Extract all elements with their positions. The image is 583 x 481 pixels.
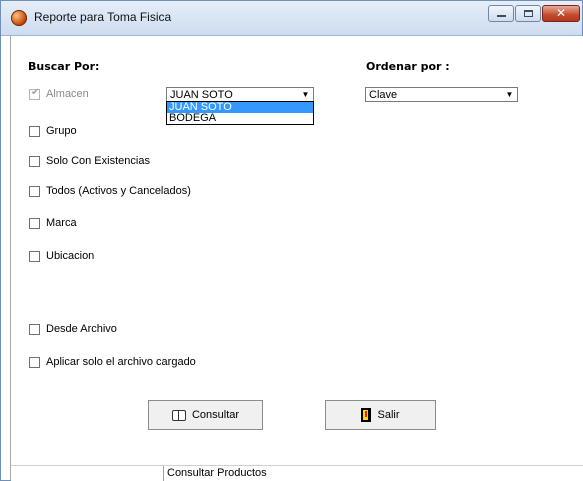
- minimize-icon: [497, 15, 506, 17]
- almacen-checkbox-row[interactable]: ✔ Almacen: [29, 86, 89, 100]
- buscar-por-heading: Buscar Por:: [28, 60, 100, 73]
- checkmark-icon: ✔: [31, 86, 40, 98]
- grupo-label: Grupo: [46, 125, 77, 137]
- almacen-option[interactable]: BODEGA: [167, 113, 313, 124]
- solo-existencias-checkbox-row[interactable]: Solo Con Existencias: [29, 155, 150, 167]
- ordenar-por-selected-value: Clave: [369, 89, 398, 101]
- almacen-dropdown-list[interactable]: JUAN SOTO BODEGA: [166, 101, 314, 125]
- window-title: Reporte para Toma Fisica: [34, 10, 172, 24]
- grupo-checkbox[interactable]: [29, 125, 40, 137]
- grupo-checkbox-row[interactable]: Grupo: [29, 125, 77, 137]
- todos-label: Todos (Activos y Cancelados): [46, 185, 191, 197]
- almacen-selected-value: JUAN SOTO: [170, 89, 233, 101]
- solo-existencias-checkbox[interactable]: [29, 155, 40, 167]
- app-icon: [11, 10, 27, 26]
- almacen-label: Almacen: [46, 88, 89, 100]
- chevron-down-icon[interactable]: ▼: [503, 89, 516, 100]
- exit-door-icon: [361, 408, 372, 422]
- todos-checkbox[interactable]: [29, 185, 40, 197]
- ubicacion-checkbox-row[interactable]: Ubicacion: [29, 250, 94, 262]
- consultar-label: Consultar: [191, 409, 240, 421]
- consultar-button[interactable]: Consultar: [148, 400, 263, 430]
- maximize-button[interactable]: [515, 5, 541, 22]
- minimize-button[interactable]: [488, 5, 514, 22]
- ordenar-por-select[interactable]: Clave ▼: [365, 87, 518, 102]
- aplicar-archivo-label: Aplicar solo el archivo cargado: [46, 356, 196, 368]
- solo-existencias-label: Solo Con Existencias: [46, 155, 150, 167]
- close-icon: ✕: [555, 6, 567, 20]
- salir-label: Salir: [377, 409, 400, 421]
- report-window: Reporte para Toma Fisica ✕ Buscar Por: ✔…: [0, 0, 583, 481]
- marca-checkbox[interactable]: [29, 217, 40, 229]
- status-pane-left: [11, 466, 164, 481]
- aplicar-archivo-checkbox-row[interactable]: Aplicar solo el archivo cargado: [29, 356, 196, 368]
- aplicar-archivo-checkbox[interactable]: [29, 356, 40, 368]
- ordenar-por-heading: Ordenar por :: [366, 60, 450, 73]
- marca-checkbox-row[interactable]: Marca: [29, 217, 77, 229]
- maximize-icon: [524, 10, 533, 17]
- almacen-select[interactable]: JUAN SOTO ▼: [166, 87, 314, 102]
- ubicacion-checkbox[interactable]: [29, 250, 40, 262]
- desde-archivo-checkbox-row[interactable]: Desde Archivo: [29, 323, 117, 335]
- ubicacion-label: Ubicacion: [46, 250, 95, 262]
- todos-checkbox-row[interactable]: Todos (Activos y Cancelados): [29, 185, 191, 197]
- marca-label: Marca: [46, 217, 77, 229]
- client-area: Buscar Por: ✔ Almacen JUAN SOTO ▼ JUAN S…: [10, 36, 583, 481]
- title-bar[interactable]: Reporte para Toma Fisica ✕: [1, 1, 582, 36]
- status-bar: Consultar Productos: [11, 465, 583, 481]
- close-button[interactable]: ✕: [542, 5, 580, 22]
- status-pane-message: Consultar Productos: [167, 467, 267, 479]
- almacen-checkbox[interactable]: ✔: [29, 86, 40, 100]
- salir-button[interactable]: Salir: [325, 400, 436, 430]
- desde-archivo-checkbox[interactable]: [29, 323, 40, 335]
- chevron-down-icon[interactable]: ▼: [299, 89, 312, 100]
- book-icon: [171, 410, 186, 421]
- desde-archivo-label: Desde Archivo: [46, 323, 117, 335]
